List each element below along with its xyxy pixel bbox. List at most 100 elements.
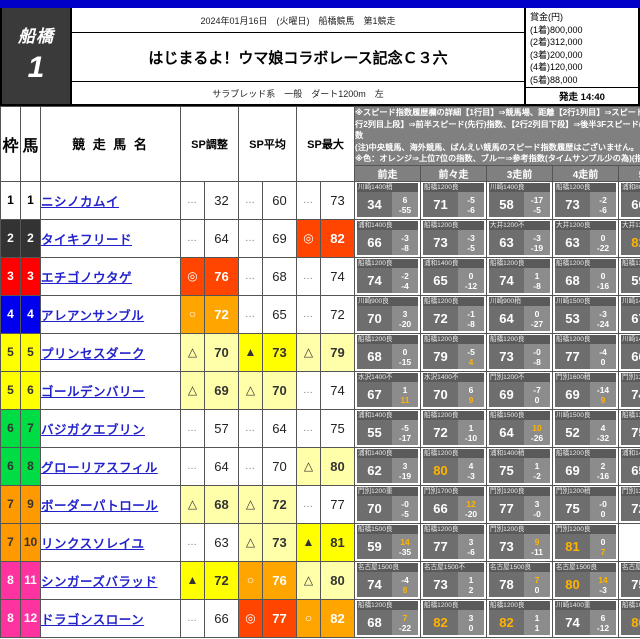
sp-mark-2: △ [238, 484, 263, 524]
history-track: 船橋1500良 [357, 525, 418, 535]
history-front-index: -0 [599, 498, 607, 509]
history-track: 浦和1400良 [357, 449, 418, 459]
history-track: 船橋1200良 [489, 601, 550, 611]
history-speed-index: 74 [367, 577, 382, 593]
history-front-index: 3 [468, 612, 474, 623]
horse-name-link[interactable]: シンガーズバラッド [40, 560, 181, 600]
history-track: 門別1200重 [357, 487, 418, 497]
history-speed-index: 72 [433, 425, 448, 441]
sp-mark-3: ◎ [296, 218, 321, 258]
history-cell-run-2: 船橋1200良 72 -1 -8 [420, 294, 487, 334]
history-track: 船橋1200良 [555, 183, 616, 193]
horse-number: 3 [20, 256, 41, 296]
sp-mark-2: … [238, 408, 263, 448]
history-last3f-index: -12 [464, 280, 478, 291]
history-last3f-index: -35 [398, 546, 412, 557]
history-cell-run-3: 船橋1200良 74 1 -8 [486, 256, 553, 296]
history-last3f-index: -3 [599, 584, 607, 595]
history-cell-run-3: 門別1200良 73 9 -11 [486, 522, 553, 562]
history-speed-index: 69 [499, 387, 514, 403]
history-track: 門別1200不 [621, 487, 640, 497]
history-front-index: -3 [599, 308, 607, 319]
history-front-index: -14 [596, 384, 610, 395]
history-track: 川崎900良 [357, 297, 418, 307]
history-front-index: 10 [532, 422, 542, 433]
history-front-index: -17 [530, 194, 544, 205]
history-last3f-index: 0 [534, 394, 540, 405]
sp-value-1: 68 [204, 484, 239, 524]
history-track: 名古屋1500良 [357, 563, 418, 573]
sp-value-1: 64 [204, 218, 239, 258]
history-last3f-index: -6 [467, 204, 475, 215]
history-track: 船橋1200良 [423, 183, 484, 193]
horse-name-link[interactable]: エチゴノウタゲ [40, 256, 181, 296]
history-cell-run-2: 船橋1200良 77 3 -6 [420, 522, 487, 562]
history-last3f-index: 2 [468, 584, 474, 595]
sp-mark-3: … [296, 294, 321, 334]
horse-name-link[interactable]: アレアンサンブル [40, 294, 181, 334]
runners-table: 枠 馬 競 走 馬 名 SP調整 SP平均 SP最大 ※スピード指数履歴欄の詳細… [0, 106, 640, 638]
sp-mark-3: … [296, 370, 321, 410]
history-last3f-index: -55 [398, 204, 412, 215]
history-cell-run-3: 川崎1400良 58 -17 -5 [486, 180, 553, 220]
horse-name-link[interactable]: ゴールデンバリー [40, 370, 181, 410]
horse-number: 6 [20, 370, 41, 410]
sp-value-1: 72 [204, 560, 239, 600]
horse-name-link[interactable]: バジガクエブリン [40, 408, 181, 448]
col-header-sp-max: SP最大 [296, 106, 355, 182]
col-header-run-5: 5走前 [618, 164, 640, 182]
prize-title: 賞金(円) [530, 12, 563, 22]
history-last3f-index: -17 [398, 432, 412, 443]
horse-name-link[interactable]: タイキフリード [40, 218, 181, 258]
history-cell-run-3: 浦和1400稍 75 1 -2 [486, 446, 553, 486]
history-front-index: 0 [468, 270, 474, 281]
frame-number: 7 [0, 522, 21, 562]
history-cell-run-3: 名古屋1500良 78 7 0 [486, 560, 553, 600]
history-last3f-index: -5 [467, 242, 475, 253]
history-cell-run-4: 川崎1500良 52 4 -32 [552, 408, 619, 448]
history-front-index: 12 [466, 498, 476, 509]
sp-mark-1: △ [180, 370, 205, 410]
horse-name-link[interactable]: グローリアスフィル [40, 446, 181, 486]
race-date-line: 2024年01月16日 (火曜日) 船橋競馬 第1競走 [72, 8, 524, 33]
history-speed-index: 66 [433, 501, 448, 517]
history-track: 川崎1400稍 [357, 183, 418, 193]
history-track: 船橋1200良 [555, 335, 616, 345]
history-speed-index: 64 [499, 311, 514, 327]
history-track: 門別1200稍 [621, 373, 640, 383]
history-track: 船橋1500良 [489, 411, 550, 421]
history-cell-run-5: 浦和1400重6510-23 [618, 446, 640, 486]
sp-value-2: 73 [262, 332, 297, 372]
sp-value-2: 76 [262, 560, 297, 600]
top-accent-bar [0, 0, 640, 8]
history-cell-run-1: 川崎900良 70 3 -20 [354, 294, 421, 334]
horse-number: 12 [20, 598, 41, 638]
history-front-index: -2 [401, 270, 409, 281]
history-speed-index: 59 [367, 539, 382, 555]
history-speed-index: 70 [433, 387, 448, 403]
horse-name-link[interactable]: リンクスソレイユ [40, 522, 181, 562]
history-speed-index: 68 [565, 273, 580, 289]
horse-name-link[interactable]: ボーダーパトロール [40, 484, 181, 524]
history-speed-index: 73 [565, 197, 580, 213]
history-speed-index: 75 [631, 425, 640, 441]
sp-value-2: 72 [262, 484, 297, 524]
sp-mark-2: … [238, 256, 263, 296]
horse-name-link[interactable]: プリンセスダーク [40, 332, 181, 372]
history-last3f-index: -6 [599, 204, 607, 215]
history-cell-run-4: 門別1200稍 75 -0 0 [552, 484, 619, 524]
history-front-index: -3 [467, 232, 475, 243]
history-last3f-index: 9 [468, 394, 474, 405]
sp-mark-1: … [180, 522, 205, 562]
history-cell-run-4: 川崎1400重 74 6 -12 [552, 598, 619, 638]
prize-row: (4着)120,000 [530, 62, 583, 73]
history-front-index: 1 [534, 270, 540, 281]
history-track: 浦和1400良 [357, 221, 418, 231]
speed-index-note: ※スピード指数履歴欄の詳細【1行目】⇒競馬場、距離【2行1列目】⇒スピード指数、… [354, 106, 640, 166]
horse-name-link[interactable]: ドラゴンスローン [40, 598, 181, 638]
history-cell-run-1: 浦和1400良 55 -5 -17 [354, 408, 421, 448]
history-speed-index: 70 [367, 501, 382, 517]
table-row: 5 6 ゴールデンバリー △ 69 △ 70… 74 水沢1400不 67 1 11 水沢1400不 70… [0, 370, 640, 410]
frame-number: 6 [0, 446, 21, 486]
horse-name-link[interactable]: ニシノカムイ [40, 180, 181, 220]
